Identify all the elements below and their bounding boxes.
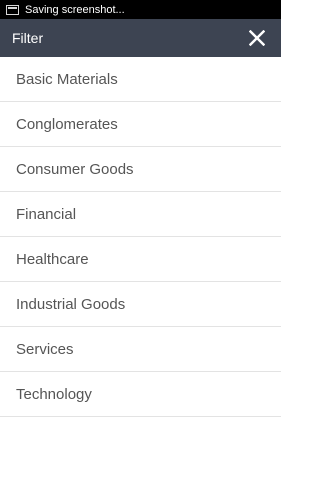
sector-filter-list: Basic Materials Conglomerates Consumer G… [0,57,281,417]
screenshot-icon [6,4,19,15]
sector-item-consumer-goods[interactable]: Consumer Goods [0,147,281,192]
close-button[interactable] [245,26,269,50]
sector-item-services[interactable]: Services [0,327,281,372]
app-bar: Filter [0,19,281,57]
sector-item-healthcare[interactable]: Healthcare [0,237,281,282]
page-title: Filter [12,30,44,46]
sector-item-technology[interactable]: Technology [0,372,281,417]
sector-item-financial[interactable]: Financial [0,192,281,237]
status-bar: Saving screenshot... [0,0,281,19]
close-icon [249,30,265,46]
status-notification-text: Saving screenshot... [25,3,125,16]
sector-item-conglomerates[interactable]: Conglomerates [0,102,281,147]
sector-item-industrial-goods[interactable]: Industrial Goods [0,282,281,327]
sector-item-basic-materials[interactable]: Basic Materials [0,57,281,102]
